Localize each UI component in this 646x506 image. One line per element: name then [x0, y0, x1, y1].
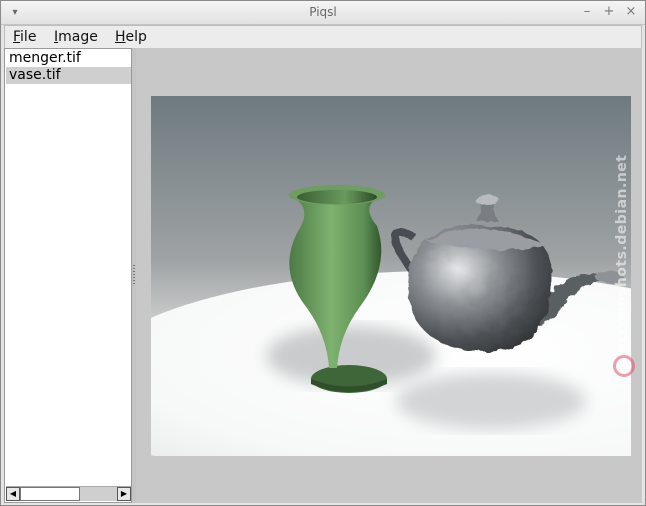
- file-item-vase[interactable]: vase.tif: [6, 67, 131, 84]
- scroll-left-icon[interactable]: ◀: [6, 487, 20, 501]
- image-viewer: [136, 48, 642, 503]
- file-list[interactable]: menger.tif vase.tif ◀ ▶: [4, 48, 132, 503]
- maximize-icon[interactable]: +: [601, 4, 617, 20]
- menu-help-label: elp: [125, 29, 147, 45]
- menu-image[interactable]: Image: [54, 28, 98, 46]
- watermark: screenshots.debian.net: [612, 141, 638, 381]
- debian-logo-icon: [613, 355, 635, 377]
- render-scene: [151, 96, 631, 456]
- menu-bar: File Image Help: [4, 25, 642, 49]
- splitter-grip-icon[interactable]: [133, 265, 135, 285]
- close-icon[interactable]: ×: [623, 4, 639, 20]
- title-bar[interactable]: ▾ Piqsl – + ×: [1, 1, 645, 25]
- scroll-right-icon[interactable]: ▶: [117, 487, 131, 501]
- app-window: ▾ Piqsl – + × File Image Help menger.tif…: [0, 0, 646, 506]
- watermark-text: screenshots.debian.net: [614, 154, 630, 352]
- menu-file[interactable]: File: [13, 28, 36, 46]
- menu-help[interactable]: Help: [115, 28, 147, 46]
- horizontal-scrollbar[interactable]: ◀ ▶: [6, 486, 131, 501]
- window-title: Piqsl: [309, 5, 337, 19]
- scrollbar-thumb[interactable]: [20, 487, 80, 501]
- menu-help-mnemonic: H: [115, 29, 126, 45]
- rendered-image: [151, 96, 631, 456]
- minimize-icon[interactable]: –: [579, 4, 595, 20]
- file-item-menger[interactable]: menger.tif: [6, 50, 131, 67]
- menu-image-label: mage: [58, 29, 98, 45]
- menu-file-label: ile: [20, 29, 37, 45]
- menu-file-mnemonic: F: [13, 29, 21, 45]
